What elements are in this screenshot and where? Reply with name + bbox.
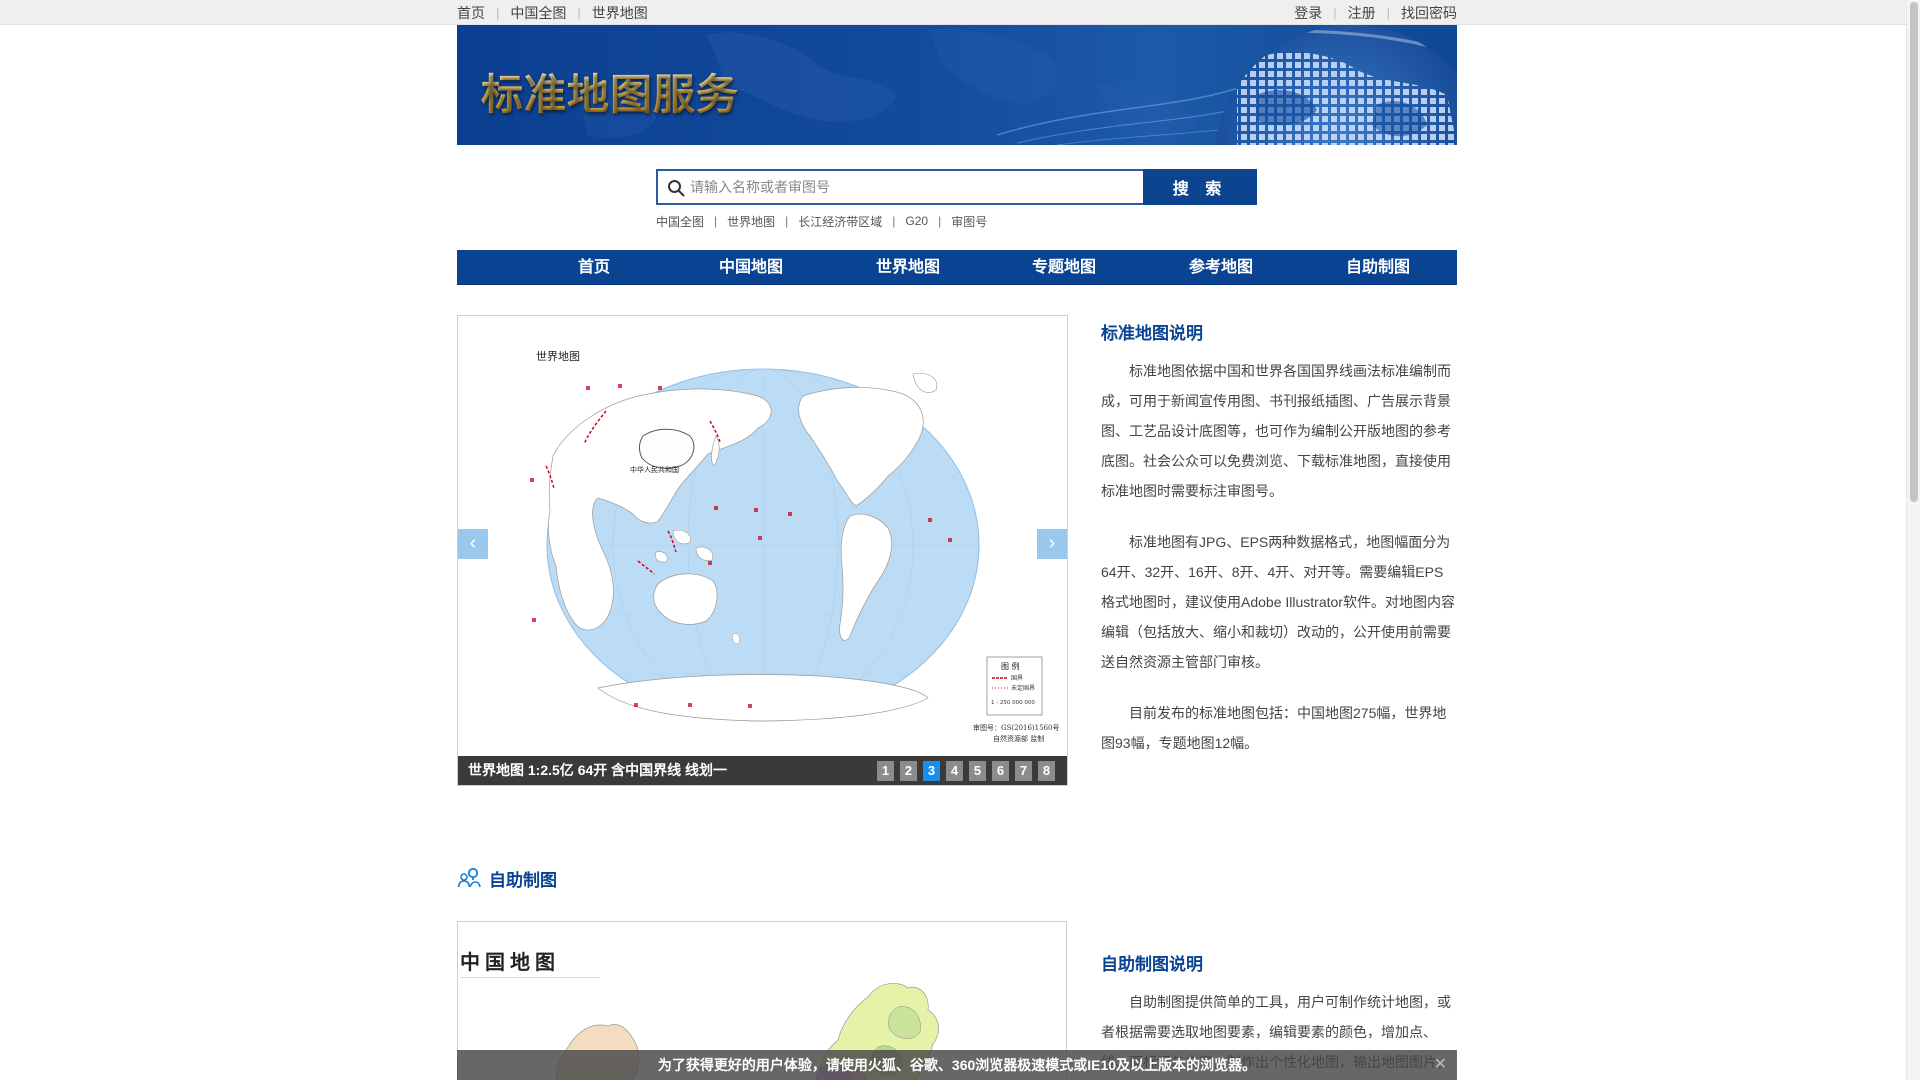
page-dot-3[interactable]: 3 bbox=[923, 761, 940, 781]
site-banner: 标准地图服务 bbox=[457, 25, 1457, 145]
page-dot-8[interactable]: 8 bbox=[1038, 761, 1055, 781]
map-review-number: 审图号：GS(2016)1560号 bbox=[973, 723, 1059, 732]
search-box bbox=[656, 169, 1143, 205]
page-dot-7[interactable]: 7 bbox=[1015, 761, 1032, 781]
quick-link-china-full[interactable]: 中国全图 bbox=[656, 213, 704, 230]
standard-map-desc-paragraph-3: 目前发布的标准地图包括：中国地图275幅，世界地图93幅，专题地图12幅。 bbox=[1101, 705, 1447, 751]
divider: | bbox=[938, 214, 942, 228]
self-mapping-desc-title: 自助制图说明 bbox=[1101, 955, 1203, 974]
carousel-prev-button[interactable]: ‹ bbox=[458, 529, 488, 559]
quick-link-world-map[interactable]: 世界地图 bbox=[727, 213, 775, 230]
top-utility-bar: 首页 | 中国全图 | 世界地图 登录 | 注册 | 找回密码 bbox=[0, 0, 1920, 25]
page-dot-6[interactable]: 6 bbox=[992, 761, 1009, 781]
map-carousel: 世界地图 中华人民共和国 图 例 国界 未定国界 1 : 250 000 000… bbox=[457, 315, 1068, 786]
self-mapping-section-title: 自助制图 bbox=[489, 870, 557, 890]
main-nav: 首页 中国地图 世界地图 专题地图 参考地图 自助制图 bbox=[457, 250, 1457, 285]
banner-title: 标准地图服务 bbox=[481, 61, 739, 122]
quick-link-g20[interactable]: G20 bbox=[905, 214, 928, 228]
page-dot-4[interactable]: 4 bbox=[946, 761, 963, 781]
register-link[interactable]: 注册 bbox=[1348, 3, 1376, 23]
search-button[interactable]: 搜 索 bbox=[1143, 169, 1257, 205]
divider: | bbox=[1386, 5, 1390, 20]
top-link-world-map[interactable]: 世界地图 bbox=[592, 3, 648, 23]
carousel-caption-bar: 世界地图 1:2.5亿 64开 含中国界线 线划一 1 2 3 4 5 6 7 … bbox=[458, 756, 1067, 785]
scrollbar-thumb[interactable] bbox=[1910, 2, 1918, 502]
legend-scale: 1 : 250 000 000 bbox=[991, 700, 1035, 706]
nav-item-home[interactable]: 首页 bbox=[578, 250, 610, 285]
standard-map-desc-title: 标准地图说明 bbox=[1101, 324, 1203, 343]
world-map-image[interactable]: 世界地图 中华人民共和国 图 例 国界 未定国界 1 : 250 000 000… bbox=[458, 316, 1068, 758]
divider: | bbox=[714, 214, 718, 228]
divider: | bbox=[785, 214, 789, 228]
chevron-left-icon: ‹ bbox=[469, 532, 477, 554]
quick-link-yangtze[interactable]: 长江经济带区域 bbox=[798, 213, 882, 230]
divider: | bbox=[892, 214, 896, 228]
quick-link-review-number[interactable]: 审图号 bbox=[951, 213, 987, 230]
quick-search-links: 中国全图 | 世界地图 | 长江经济带区域 | G20 | 审图号 bbox=[656, 212, 987, 230]
divider: | bbox=[496, 5, 500, 20]
map-country-label: 中华人民共和国 bbox=[630, 465, 679, 474]
top-link-home[interactable]: 首页 bbox=[457, 3, 485, 23]
carousel-next-button[interactable]: › bbox=[1037, 529, 1067, 559]
nav-item-self-mapping[interactable]: 自助制图 bbox=[1346, 250, 1410, 285]
browser-notice-bar: 为了获得更好的用户体验，请使用火狐、谷歌、360浏览器极速模式或IE10及以上版… bbox=[457, 1050, 1457, 1080]
search-input[interactable] bbox=[690, 171, 1138, 203]
legend-item-border: 国界 bbox=[1011, 675, 1023, 682]
top-link-china-map[interactable]: 中国全图 bbox=[510, 3, 566, 23]
standard-map-desc-paragraph-1: 标准地图依据中国和世界各国国界线画法标准编制而成，可用于新闻宣传用图、书刊报纸插… bbox=[1101, 363, 1451, 499]
page-dot-2[interactable]: 2 bbox=[900, 761, 917, 781]
nav-item-reference-map[interactable]: 参考地图 bbox=[1189, 250, 1253, 285]
browser-notice-text: 为了获得更好的用户体验，请使用火狐、谷歌、360浏览器极速模式或IE10及以上版… bbox=[657, 1057, 1257, 1073]
search-icon bbox=[668, 180, 685, 197]
legend-item-undefined-border: 未定国界 bbox=[1011, 684, 1035, 692]
carousel-caption[interactable]: 世界地图 1:2.5亿 64开 含中国界线 线划一 bbox=[468, 756, 727, 785]
divider: | bbox=[1333, 5, 1337, 20]
nav-item-china-map[interactable]: 中国地图 bbox=[719, 250, 783, 285]
close-icon[interactable]: ✕ bbox=[1434, 1050, 1447, 1080]
page-dot-1[interactable]: 1 bbox=[877, 761, 894, 781]
page-dot-5[interactable]: 5 bbox=[969, 761, 986, 781]
nav-item-world-map[interactable]: 世界地图 bbox=[876, 250, 940, 285]
page-scrollbar[interactable] bbox=[1906, 0, 1920, 1080]
recover-password-link[interactable]: 找回密码 bbox=[1401, 3, 1457, 23]
top-right-links: 登录 | 注册 | 找回密码 bbox=[1294, 0, 1457, 25]
top-left-links: 首页 | 中国全图 | 世界地图 bbox=[457, 0, 648, 25]
login-link[interactable]: 登录 bbox=[1294, 3, 1322, 23]
standard-map-desc-paragraph-2: 标准地图有JPG、EPS两种数据格式，地图幅面分为64开、32开、16开、8开、… bbox=[1101, 534, 1455, 670]
map-producer: 自然资源部 监制 bbox=[993, 734, 1044, 743]
legend-title: 图 例 bbox=[1001, 661, 1020, 671]
divider: | bbox=[577, 5, 581, 20]
map-inner-title: 世界地图 bbox=[536, 350, 580, 363]
chevron-right-icon: › bbox=[1048, 532, 1056, 554]
self-mapping-section-header: 自助制图 bbox=[457, 864, 557, 892]
nav-item-thematic-map[interactable]: 专题地图 bbox=[1032, 250, 1096, 285]
carousel-pager: 1 2 3 4 5 6 7 8 bbox=[871, 761, 1055, 781]
standard-map-description: 标准地图说明 标准地图依据中国和世界各国国界线画法标准编制而成，可用于新闻宣传用… bbox=[1101, 319, 1457, 779]
search-bar: 搜 索 bbox=[656, 169, 1257, 205]
map-pin-users-icon bbox=[457, 867, 481, 888]
